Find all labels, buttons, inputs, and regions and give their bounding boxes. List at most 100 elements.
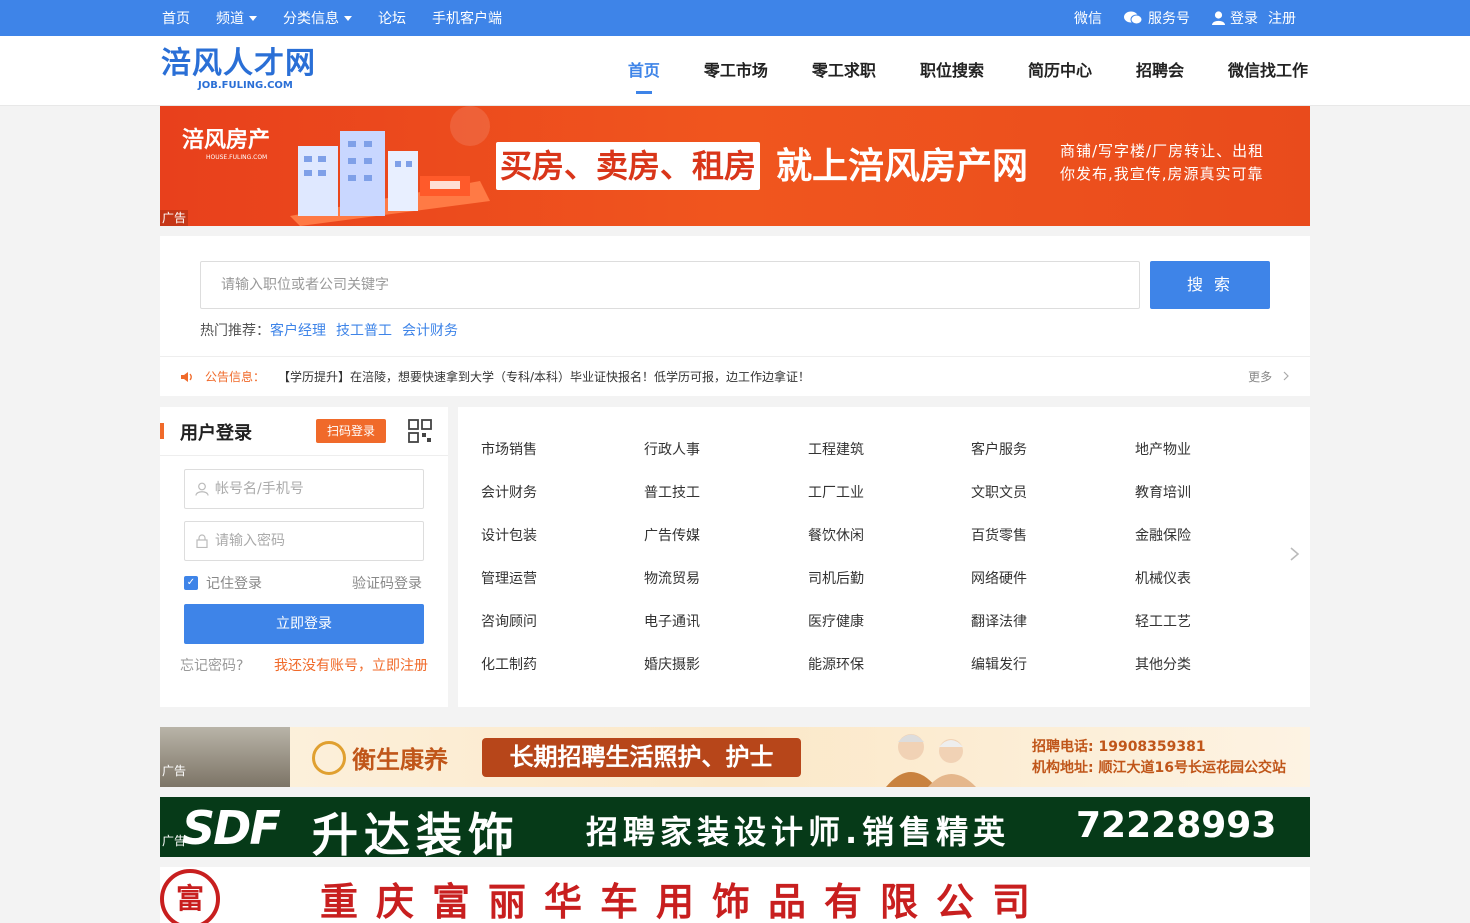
category-link[interactable]: 司机后勤 [808,568,864,588]
nav-resume-center[interactable]: 简历中心 [1028,36,1092,106]
house-logo-domain: HOUSE.FULING.COM [206,154,268,161]
category-link[interactable]: 其他分类 [1135,654,1191,674]
username-placeholder: 帐号名/手机号 [215,481,304,497]
user-icon [195,482,209,496]
hot-keyword[interactable]: 会计财务 [402,323,458,339]
category-link[interactable]: 咨询顾问 [481,611,537,631]
category-link[interactable]: 金融保险 [1135,525,1191,545]
code-login-link[interactable]: 验证码登录 [352,573,422,593]
care-contact: 招聘电话: 19908359381 机构地址: 顺江大道16号长运花园公交站 [1032,737,1286,779]
remember-label: 记住登录 [206,576,262,592]
category-link[interactable]: 医疗健康 [808,611,864,631]
notice-bar: 公告信息： 【学历提升】在涪陵，想要快速拿到大学（专科/本科）毕业证快报名！低学… [160,356,1310,396]
notice-more-link[interactable]: 更多 [1248,357,1290,397]
nav-gig-seek[interactable]: 零工求职 [812,36,876,106]
category-link[interactable]: 化工制药 [481,654,537,674]
password-field[interactable]: 请输入密码 [184,521,424,561]
care-logo-icon [312,740,346,775]
house-desc: 商铺/写字楼/厂房转让、出租 你发布,我宣传,房源真实可靠 [1060,140,1264,186]
wechat-link[interactable]: 微信 [1074,8,1102,28]
house-slogan: 就上涪风房产网 [776,146,1029,187]
register-link-panel[interactable]: 我还没有账号，立即注册 [274,655,428,675]
notice-message[interactable]: 【学历提升】在涪陵，想要快速拿到大学（专科/本科）毕业证快报名！低学历可报，边工… [278,357,810,397]
house-logo-text: 涪风房产 [182,127,271,153]
category-link[interactable]: 翻译法律 [971,611,1027,631]
user-icon [1212,11,1225,25]
category-link[interactable]: 行政人事 [644,439,700,459]
category-link[interactable]: 管理运营 [481,568,537,588]
qr-login-button[interactable]: 扫码登录 [316,419,386,443]
nav-home[interactable]: 首页 [628,36,660,106]
top-link-home[interactable]: 首页 [162,8,190,28]
qr-code-icon[interactable] [408,419,432,443]
care-brand-text: 衡生康养 [352,746,448,774]
top-link-forum[interactable]: 论坛 [378,8,406,28]
company-ad-banner[interactable]: 富 重庆富丽华车用饰品有限公司 [160,867,1310,923]
top-link-classified[interactable]: 分类信息 [283,8,352,28]
hot-label: 热门推荐： [200,323,270,339]
house-desc-line2: 你发布,我宣传,房源真实可靠 [1060,165,1264,183]
decoration-ad-banner[interactable]: SDF 升达装饰 招聘家装设计师.销售精英 72228993 广告 [160,797,1310,857]
sdf-name: 升达装饰 [312,808,520,857]
search-button[interactable]: 搜 索 [1150,261,1270,309]
hot-keyword[interactable]: 技工普工 [336,323,392,339]
service-account-link[interactable]: 服务号 [1124,8,1190,28]
chevron-right-icon[interactable] [1288,547,1302,561]
logo-domain: JOB.FULING.COM [198,80,293,91]
category-link[interactable]: 能源环保 [808,654,864,674]
category-link[interactable]: 婚庆摄影 [644,654,700,674]
category-link[interactable]: 编辑发行 [971,654,1027,674]
divider [160,455,448,456]
top-link-channel-label: 频道 [216,11,244,27]
category-link[interactable]: 轻工工艺 [1135,611,1191,631]
top-link-mobile[interactable]: 手机客户端 [432,8,502,28]
register-link[interactable]: 注册 [1268,8,1296,28]
category-link[interactable]: 文职文员 [971,482,1027,502]
elderly-couple-illustration [886,734,976,787]
category-link[interactable]: 广告传媒 [644,525,700,545]
category-link[interactable]: 物流贸易 [644,568,700,588]
password-placeholder: 请输入密码 [215,533,285,549]
title-accent-bar [160,423,164,439]
login-panel: 用户登录 扫码登录 帐号名/手机号 请输入密码 ✓ 记住登录 验证码登录 立即登录… [160,407,448,707]
house-logo: 涪风房产 HOUSE.FULING.COM [182,122,270,161]
category-link[interactable]: 地产物业 [1135,439,1191,459]
category-link[interactable]: 网络硬件 [971,568,1027,588]
top-link-channel[interactable]: 频道 [216,8,257,28]
category-link[interactable]: 工程建筑 [808,439,864,459]
remember-login-checkbox[interactable]: ✓ 记住登录 [184,573,262,593]
username-field[interactable]: 帐号名/手机号 [184,469,424,509]
nav-wechat-jobs[interactable]: 微信找工作 [1228,36,1308,106]
house-desc-line1: 商铺/写字楼/厂房转让、出租 [1060,142,1265,160]
nav-gig-market[interactable]: 零工市场 [704,36,768,106]
sdf-phone: 72228993 [1076,805,1277,846]
chevron-right-icon [1283,371,1289,381]
site-logo[interactable]: 涪风人才网 JOB.FULING.COM [161,48,316,92]
sdf-logo: SDF [182,801,281,855]
category-link[interactable]: 客户服务 [971,439,1027,459]
login-submit-button[interactable]: 立即登录 [184,604,424,644]
category-link[interactable]: 电子通讯 [644,611,700,631]
notice-label: 公告信息： [205,370,266,384]
nav-job-fair[interactable]: 招聘会 [1136,36,1184,106]
category-link[interactable]: 普工技工 [644,482,700,502]
category-link[interactable]: 会计财务 [481,482,537,502]
care-ad-banner[interactable]: 衡生康养 长期招聘生活照护、护士 招聘电话: 19908359381 机构地址:… [160,727,1310,787]
category-link[interactable]: 设计包装 [481,525,537,545]
search-input[interactable]: 请输入职位或者公司关键字 [200,261,1140,309]
category-link[interactable]: 工厂工业 [808,482,864,502]
category-link[interactable]: 教育培训 [1135,482,1191,502]
ad-tag: 广告 [160,210,189,226]
forgot-password-link[interactable]: 忘记密码? [180,655,243,675]
login-link[interactable]: 登录 [1212,8,1258,28]
category-link[interactable]: 百货零售 [971,525,1027,545]
login-label: 登录 [1230,11,1258,27]
category-link[interactable]: 市场销售 [481,439,537,459]
category-link[interactable]: 餐饮休闲 [808,525,864,545]
nav-job-search[interactable]: 职位搜索 [920,36,984,106]
category-link[interactable]: 机械仪表 [1135,568,1191,588]
hot-keyword[interactable]: 客户经理 [270,323,326,339]
care-brand: 衡生康养 [312,740,448,775]
top-links: 首页 频道 分类信息 论坛 手机客户端 [162,0,528,36]
house-ad-banner[interactable]: 涪风房产 HOUSE.FULING.COM 买房、卖房、租房 就上涪风房产网 商铺… [160,106,1310,226]
